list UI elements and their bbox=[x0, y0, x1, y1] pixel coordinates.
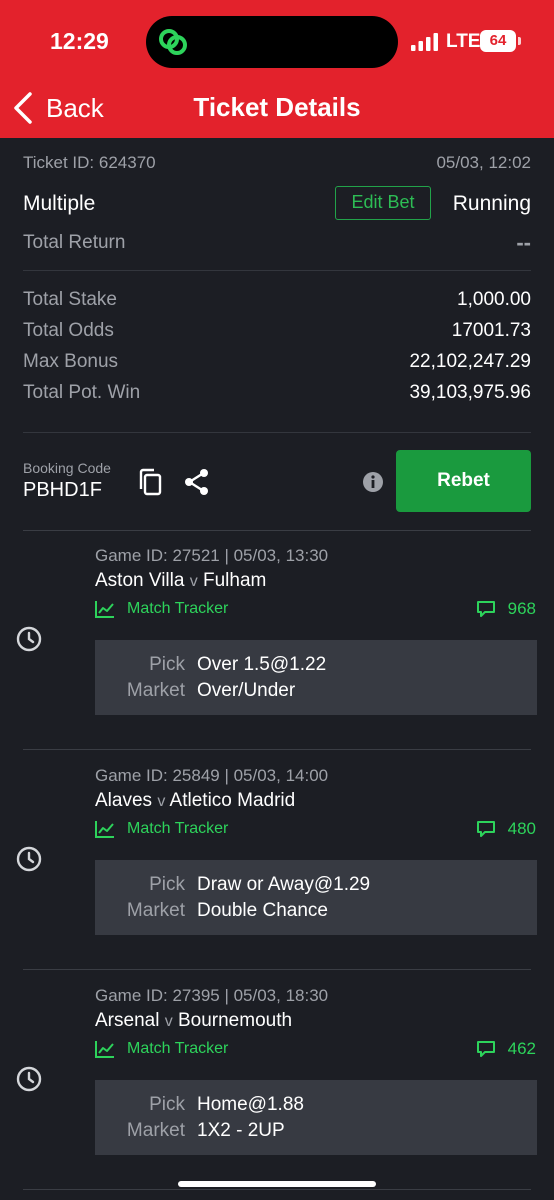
chart-icon bbox=[95, 821, 114, 838]
info-icon[interactable] bbox=[362, 471, 384, 493]
pick-label: Pick bbox=[149, 874, 185, 895]
game-id: Game ID: 25849 | 05/03, 14:00 bbox=[95, 766, 329, 785]
pick-value: Over 1.5@1.22 bbox=[197, 654, 327, 675]
booking-code: PBHD1F bbox=[23, 479, 102, 501]
comment-icon bbox=[476, 821, 495, 837]
match-tracker-label: Match Tracker bbox=[127, 1040, 229, 1057]
clock-icon bbox=[16, 1066, 42, 1092]
clock-icon bbox=[16, 626, 42, 652]
divider bbox=[23, 749, 531, 750]
ticket-datetime: 05/03, 12:02 bbox=[436, 153, 531, 172]
away-team: Fulham bbox=[203, 570, 267, 591]
home-indicator bbox=[178, 1181, 376, 1187]
comment-count: 480 bbox=[507, 819, 536, 838]
home-team: Aston Villa bbox=[95, 570, 185, 591]
game-id: Game ID: 27521 | 05/03, 13:30 bbox=[95, 546, 329, 565]
status-time: 12:29 bbox=[50, 28, 109, 54]
ticket-type: Multiple bbox=[23, 192, 96, 215]
summary-value: 39,103,975.96 bbox=[409, 382, 531, 403]
divider bbox=[23, 432, 531, 433]
battery-icon: 64 bbox=[480, 30, 516, 52]
summary-label: Total Odds bbox=[23, 320, 114, 341]
share-icon[interactable] bbox=[183, 468, 211, 496]
app-header: 12:29 LTE 64 Back Ticket Details bbox=[0, 0, 554, 138]
home-team: Arsenal bbox=[95, 1010, 160, 1031]
match-tracker-label: Match Tracker bbox=[127, 820, 229, 837]
comments-link[interactable]: 968 bbox=[476, 599, 536, 619]
comment-count: 968 bbox=[507, 599, 536, 618]
chart-icon bbox=[95, 1041, 114, 1058]
match-tracker-link[interactable]: Match Tracker bbox=[95, 820, 228, 838]
versus: v bbox=[189, 573, 198, 590]
pick-value: Home@1.88 bbox=[197, 1094, 304, 1115]
copy-icon[interactable] bbox=[137, 468, 163, 496]
market-value: 1X2 - 2UP bbox=[197, 1120, 285, 1141]
game-item: Game ID: 25849 | 05/03, 14:00 Alaves v A… bbox=[0, 751, 554, 971]
edit-bet-button[interactable]: Edit Bet bbox=[335, 186, 431, 220]
divider bbox=[23, 1189, 531, 1190]
page-title: Ticket Details bbox=[193, 92, 361, 122]
away-team: Atletico Madrid bbox=[169, 790, 296, 811]
versus: v bbox=[157, 793, 166, 810]
ticket-status: Running bbox=[452, 192, 531, 215]
ticket-id: Ticket ID: 624370 bbox=[23, 153, 156, 172]
match-teams: Alaves v Atletico Madrid bbox=[95, 790, 295, 812]
match-teams: Aston Villa v Fulham bbox=[95, 570, 266, 592]
battery-tip bbox=[518, 37, 521, 45]
market-label: Market bbox=[126, 900, 185, 921]
pick-label: Pick bbox=[149, 654, 185, 675]
status-bar: 12:29 LTE 64 bbox=[0, 0, 554, 80]
divider bbox=[23, 969, 531, 970]
summary-value: 17001.73 bbox=[451, 320, 531, 341]
match-teams: Arsenal v Bournemouth bbox=[95, 1010, 292, 1032]
battery-level: 64 bbox=[489, 32, 507, 49]
summary-label: Max Bonus bbox=[23, 351, 119, 372]
pick-label: Pick bbox=[149, 1094, 185, 1115]
signal-icon bbox=[411, 33, 438, 51]
dynamic-island bbox=[146, 16, 398, 68]
market-value: Double Chance bbox=[197, 900, 328, 921]
summary-value: 1,000.00 bbox=[457, 289, 531, 310]
app-logo-icon bbox=[159, 29, 187, 55]
divider bbox=[23, 270, 531, 271]
comment-count: 462 bbox=[507, 1039, 536, 1058]
pick-box: Pick Over 1.5@1.22 Market Over/Under bbox=[95, 640, 537, 715]
pick-value: Draw or Away@1.29 bbox=[197, 874, 371, 895]
match-tracker-label: Match Tracker bbox=[127, 600, 229, 617]
rebet-button[interactable]: Rebet bbox=[396, 450, 531, 512]
summary-label: Total Pot. Win bbox=[23, 382, 141, 403]
pick-box: Pick Draw or Away@1.29 Market Double Cha… bbox=[95, 860, 537, 935]
away-team: Bournemouth bbox=[177, 1010, 293, 1031]
clock-icon bbox=[16, 846, 42, 872]
total-return-label: Total Return bbox=[23, 232, 126, 253]
network-type: LTE bbox=[446, 31, 481, 52]
market-label: Market bbox=[126, 680, 185, 701]
chart-icon bbox=[95, 601, 114, 618]
game-item: Game ID: 27521 | 05/03, 13:30 Aston Vill… bbox=[0, 531, 554, 751]
summary-value: 22,102,247.29 bbox=[409, 351, 531, 372]
booking-code-label: Booking Code bbox=[23, 460, 111, 476]
nav-bar: Back Ticket Details bbox=[0, 80, 554, 138]
game-id: Game ID: 27395 | 05/03, 18:30 bbox=[95, 986, 329, 1005]
comments-link[interactable]: 462 bbox=[476, 1039, 536, 1059]
comments-link[interactable]: 480 bbox=[476, 819, 536, 839]
match-tracker-link[interactable]: Match Tracker bbox=[95, 600, 228, 618]
market-value: Over/Under bbox=[197, 680, 296, 701]
versus: v bbox=[164, 1013, 173, 1030]
comment-icon bbox=[476, 1041, 495, 1057]
comment-icon bbox=[476, 601, 495, 617]
pick-box: Pick Home@1.88 Market 1X2 - 2UP bbox=[95, 1080, 537, 1155]
match-tracker-link[interactable]: Match Tracker bbox=[95, 1040, 228, 1058]
game-item: Game ID: 27395 | 05/03, 18:30 Arsenal v … bbox=[0, 971, 554, 1191]
home-team: Alaves bbox=[95, 790, 153, 811]
market-label: Market bbox=[126, 1120, 185, 1141]
total-return-value: -- bbox=[516, 230, 531, 255]
summary-label: Total Stake bbox=[23, 289, 117, 310]
